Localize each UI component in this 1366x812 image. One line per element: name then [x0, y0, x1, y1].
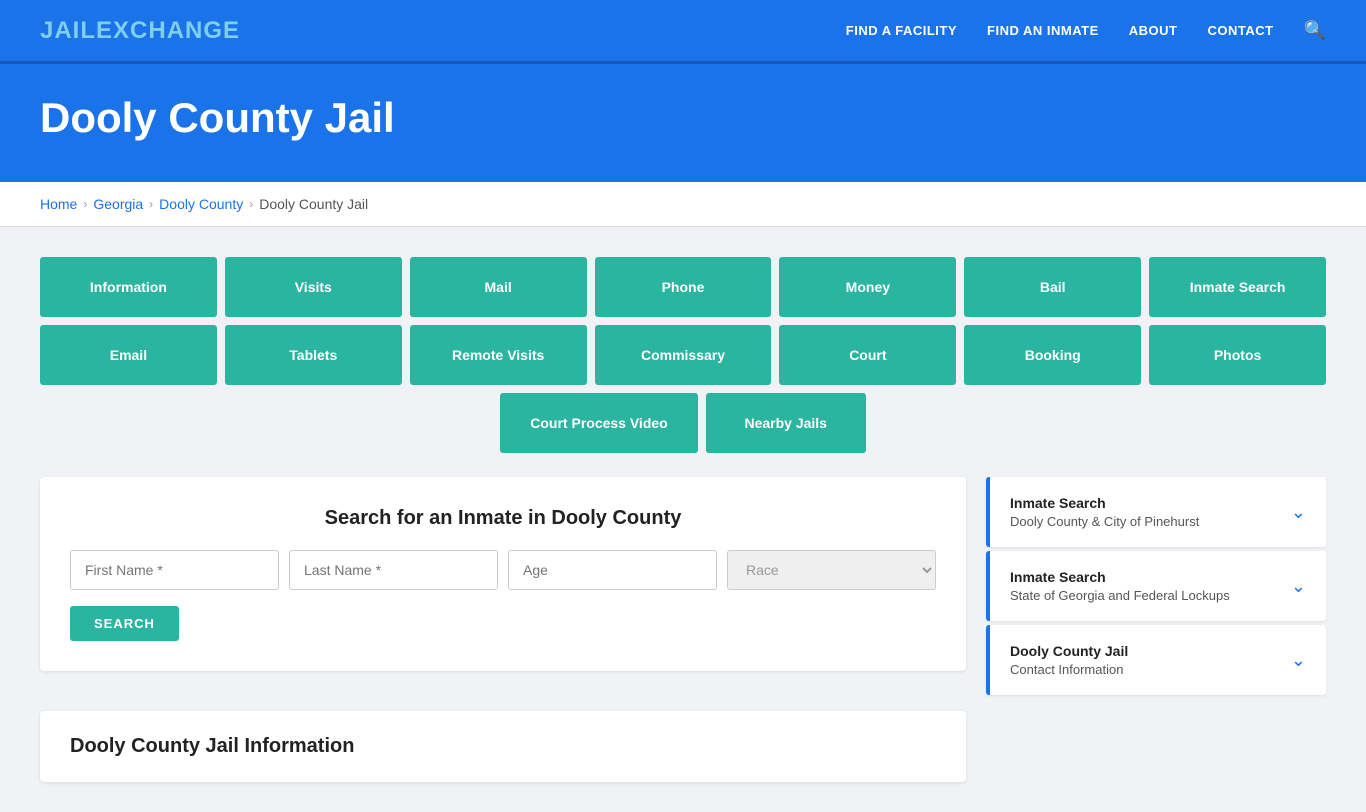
nav-about[interactable]: ABOUT: [1129, 23, 1178, 38]
sidebar-item-georgia-search-title: Inmate Search: [1010, 569, 1291, 585]
sidebar-item-contact-title: Dooly County Jail: [1010, 643, 1291, 659]
sidebar: Inmate Search Dooly County & City of Pin…: [986, 477, 1326, 782]
search-icon[interactable]: 🔍: [1304, 20, 1326, 41]
btn-email[interactable]: Email: [40, 325, 217, 385]
breadcrumb-georgia[interactable]: Georgia: [93, 196, 143, 212]
sidebar-item-georgia-search-subtitle: State of Georgia and Federal Lockups: [1010, 588, 1291, 603]
search-button[interactable]: SEARCH: [70, 606, 179, 641]
breadcrumb-home[interactable]: Home: [40, 196, 77, 212]
sidebar-item-dooly-search-subtitle: Dooly County & City of Pinehurst: [1010, 514, 1291, 529]
hero-section: Dooly County Jail: [0, 64, 1366, 182]
logo[interactable]: JAILEXCHANGE: [40, 17, 240, 45]
content-area: Search for an Inmate in Dooly County Rac…: [40, 477, 1326, 782]
nav-find-facility[interactable]: FIND A FACILITY: [846, 23, 957, 38]
logo-exchange: EXCHANGE: [96, 17, 240, 44]
btn-booking[interactable]: Booking: [964, 325, 1141, 385]
btn-information[interactable]: Information: [40, 257, 217, 317]
breadcrumb-bar: Home › Georgia › Dooly County › Dooly Co…: [0, 182, 1366, 227]
btn-visits[interactable]: Visits: [225, 257, 402, 317]
btn-nearby-jails[interactable]: Nearby Jails: [706, 393, 866, 453]
nav-contact[interactable]: CONTACT: [1207, 23, 1273, 38]
breadcrumb-sep-3: ›: [249, 197, 253, 211]
btn-mail[interactable]: Mail: [410, 257, 587, 317]
last-name-input[interactable]: [289, 550, 498, 590]
info-title: Dooly County Jail Information: [70, 735, 936, 758]
race-select[interactable]: Race White Black Hispanic Asian Other: [727, 550, 936, 590]
main-content: Information Visits Mail Phone Money Bail…: [0, 227, 1366, 812]
btn-phone[interactable]: Phone: [595, 257, 772, 317]
age-input[interactable]: [508, 550, 717, 590]
btn-remote-visits[interactable]: Remote Visits: [410, 325, 587, 385]
buttons-row3: Court Process Video Nearby Jails: [40, 393, 1326, 453]
breadcrumb: Home › Georgia › Dooly County › Dooly Co…: [40, 196, 1326, 212]
breadcrumb-dooly-county[interactable]: Dooly County: [159, 196, 243, 212]
chevron-down-icon-1: ⌄: [1291, 502, 1306, 523]
sidebar-item-dooly-search-title: Inmate Search: [1010, 495, 1291, 511]
chevron-down-icon-2: ⌄: [1291, 576, 1306, 597]
nav: FIND A FACILITY FIND AN INMATE ABOUT CON…: [846, 20, 1326, 41]
page-title: Dooly County Jail: [40, 94, 1326, 142]
sidebar-item-dooly-search[interactable]: Inmate Search Dooly County & City of Pin…: [986, 477, 1326, 547]
nav-find-inmate[interactable]: FIND AN INMATE: [987, 23, 1099, 38]
breadcrumb-sep-2: ›: [149, 197, 153, 211]
btn-money[interactable]: Money: [779, 257, 956, 317]
btn-photos[interactable]: Photos: [1149, 325, 1326, 385]
search-title: Search for an Inmate in Dooly County: [70, 507, 936, 530]
btn-bail[interactable]: Bail: [964, 257, 1141, 317]
breadcrumb-sep-1: ›: [83, 197, 87, 211]
btn-inmate-search[interactable]: Inmate Search: [1149, 257, 1326, 317]
logo-jail: JAIL: [40, 17, 96, 44]
btn-commissary[interactable]: Commissary: [595, 325, 772, 385]
first-name-input[interactable]: [70, 550, 279, 590]
btn-court[interactable]: Court: [779, 325, 956, 385]
sidebar-item-georgia-search[interactable]: Inmate Search State of Georgia and Feder…: [986, 551, 1326, 621]
btn-tablets[interactable]: Tablets: [225, 325, 402, 385]
header: JAILEXCHANGE FIND A FACILITY FIND AN INM…: [0, 0, 1366, 64]
breadcrumb-current: Dooly County Jail: [259, 196, 368, 212]
sidebar-item-contact[interactable]: Dooly County Jail Contact Information ⌄: [986, 625, 1326, 695]
info-box: Dooly County Jail Information: [40, 711, 966, 782]
sidebar-item-contact-subtitle: Contact Information: [1010, 662, 1291, 677]
buttons-row1: Information Visits Mail Phone Money Bail…: [40, 257, 1326, 317]
chevron-down-icon-3: ⌄: [1291, 650, 1306, 671]
search-panel: Search for an Inmate in Dooly County Rac…: [40, 477, 966, 671]
btn-court-process-video[interactable]: Court Process Video: [500, 393, 697, 453]
buttons-row2: Email Tablets Remote Visits Commissary C…: [40, 325, 1326, 385]
search-form: Race White Black Hispanic Asian Other: [70, 550, 936, 590]
